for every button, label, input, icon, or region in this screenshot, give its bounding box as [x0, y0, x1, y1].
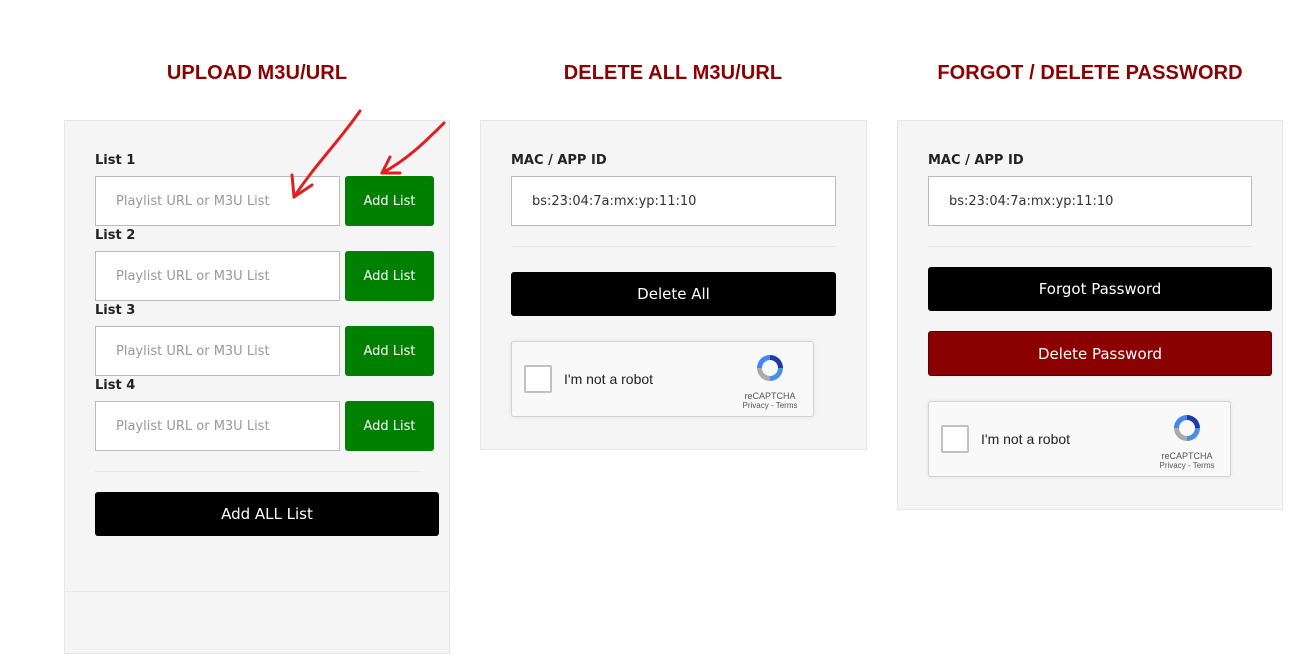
recaptcha-password: I'm not a robot reCAPTCHA Privacy - Term…	[928, 401, 1231, 477]
recaptcha-brand: reCAPTCHA	[744, 391, 796, 401]
delete-password-button[interactable]: Delete Password	[928, 331, 1272, 376]
mac-label-delete: MAC / APP ID	[511, 153, 607, 168]
add-list-4-button[interactable]: Add List	[345, 401, 434, 451]
upload-divider	[95, 471, 420, 472]
recaptcha-links[interactable]: Privacy - Terms	[739, 401, 801, 410]
recaptcha-brand: reCAPTCHA	[1161, 451, 1213, 461]
mac-input-delete[interactable]	[511, 176, 836, 226]
password-title: FORGOT / DELETE PASSWORD	[937, 62, 1243, 84]
footer-divider	[65, 591, 449, 592]
annotation-arrow-input	[290, 109, 362, 199]
forgot-password-button[interactable]: Forgot Password	[928, 267, 1272, 311]
delete-all-title: DELETE ALL M3U/URL	[563, 62, 783, 84]
list-1-label: List 1	[95, 153, 136, 168]
list-3-input[interactable]	[95, 326, 340, 376]
recaptcha-checkbox[interactable]	[524, 365, 552, 393]
recaptcha-text: I'm not a robot	[564, 371, 654, 387]
recaptcha-logo-icon	[757, 355, 783, 381]
list-2-label: List 2	[95, 228, 136, 243]
recaptcha-links[interactable]: Privacy - Terms	[1156, 461, 1218, 470]
recaptcha-logo-icon	[1174, 415, 1200, 441]
annotation-arrow-button	[380, 121, 446, 175]
mac-label-password: MAC / APP ID	[928, 153, 1024, 168]
recaptcha-text: I'm not a robot	[981, 431, 1071, 447]
recaptcha-checkbox[interactable]	[941, 425, 969, 453]
delete-all-button[interactable]: Delete All	[511, 272, 836, 316]
add-list-2-button[interactable]: Add List	[345, 251, 434, 301]
recaptcha-delete: I'm not a robot reCAPTCHA Privacy - Term…	[511, 341, 814, 417]
mac-input-password[interactable]	[928, 176, 1252, 226]
upload-title: UPLOAD M3U/URL	[166, 62, 348, 84]
add-list-3-button[interactable]: Add List	[345, 326, 434, 376]
add-all-list-button[interactable]: Add ALL List	[95, 492, 439, 536]
list-2-input[interactable]	[95, 251, 340, 301]
delete-divider	[511, 246, 836, 247]
list-4-label: List 4	[95, 378, 136, 393]
password-divider	[928, 246, 1252, 247]
list-3-label: List 3	[95, 303, 136, 318]
list-4-input[interactable]	[95, 401, 340, 451]
